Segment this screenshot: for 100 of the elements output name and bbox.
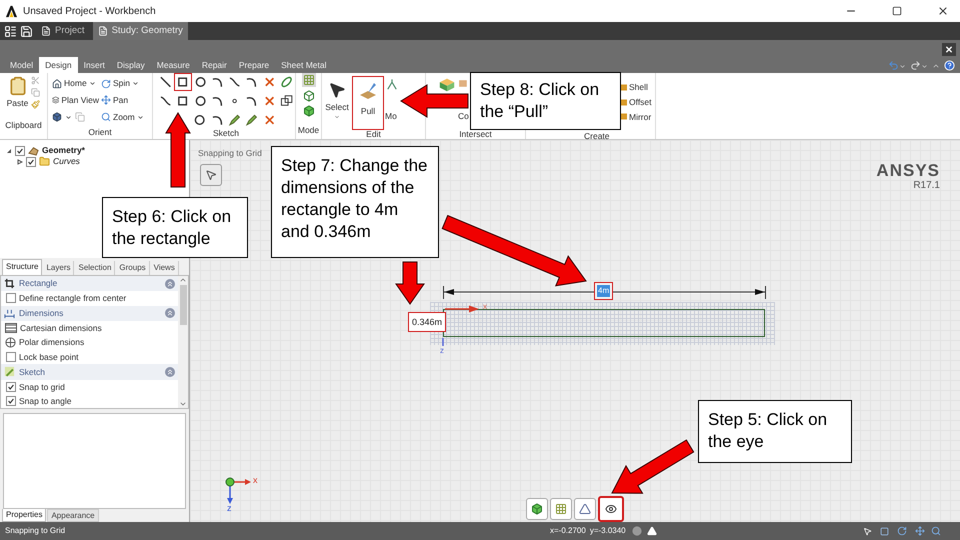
checkbox[interactable] xyxy=(6,396,16,406)
sketch-mode-icon[interactable] xyxy=(302,73,316,87)
grid-icon xyxy=(5,323,17,334)
combine-button[interactable]: Co xyxy=(458,110,469,123)
section-title: Rectangle xyxy=(19,277,58,290)
cube-icon[interactable] xyxy=(526,498,548,520)
ribbon-tab[interactable]: Model xyxy=(4,57,40,73)
app-tab[interactable]: Project xyxy=(36,22,90,40)
tree-label[interactable]: Geometry* xyxy=(42,144,85,157)
coordinate-x: x=-0.2700 xyxy=(550,525,586,537)
option-label: Lock base point xyxy=(19,350,79,364)
snapping-label: Snapping to Grid xyxy=(198,147,262,160)
close-icon[interactable] xyxy=(942,42,956,56)
pencil-icon xyxy=(4,366,15,378)
spin-icon[interactable] xyxy=(897,526,907,536)
move-button[interactable]: Mo xyxy=(385,110,397,123)
height-field[interactable]: 0.346m xyxy=(408,312,446,332)
brand-logo: ANSYS xyxy=(876,162,940,179)
caret-icon[interactable] xyxy=(88,80,96,87)
search-icon[interactable] xyxy=(101,112,111,122)
ribbon-tab[interactable]: Prepare xyxy=(232,57,276,73)
select-button[interactable]: Select xyxy=(325,101,349,114)
panel-tab[interactable]: Appearance xyxy=(47,509,99,522)
polar-icon xyxy=(5,337,16,348)
maximize-icon[interactable] xyxy=(892,6,902,16)
group-label: Clipboard xyxy=(5,120,42,130)
document-icon xyxy=(41,26,51,36)
collapse-ribbon-icon[interactable] xyxy=(932,62,940,70)
grid-icon[interactable] xyxy=(550,498,572,520)
checkbox[interactable] xyxy=(15,146,25,156)
option-item[interactable]: Polar dimensions xyxy=(19,336,84,350)
option-label: Snap to angle xyxy=(19,394,72,408)
callout-text: Step 8: Click on the “Pull” xyxy=(470,72,621,130)
ribbon-tab[interactable]: Sheet Metal xyxy=(275,57,333,73)
scrollbar-thumb[interactable] xyxy=(180,284,186,325)
expand-icon[interactable] xyxy=(17,158,23,164)
create-tool-button[interactable]: Shell xyxy=(629,81,648,94)
ribbon-tab[interactable]: Insert xyxy=(78,57,111,73)
axis-label: z xyxy=(440,347,444,355)
select-tool-icon[interactable] xyxy=(200,164,222,186)
tree-label[interactable]: Curves xyxy=(53,155,80,168)
axis-label: x xyxy=(483,303,487,311)
pull-button[interactable]: Pull xyxy=(352,76,384,130)
ribbon-tab[interactable]: Measure xyxy=(150,57,196,73)
redo-icon[interactable] xyxy=(910,60,921,71)
paste-button[interactable]: Paste xyxy=(6,97,28,110)
save-icon[interactable] xyxy=(20,24,33,38)
axis-label: x xyxy=(253,476,258,485)
caret-icon[interactable] xyxy=(65,114,72,120)
list-icon[interactable] xyxy=(4,24,17,38)
callout-text: Step 5: Click on the eye xyxy=(698,400,852,463)
folder-icon xyxy=(39,156,50,167)
pan-icon[interactable] xyxy=(915,526,925,536)
layers-icon[interactable] xyxy=(52,95,60,106)
ribbon-tab[interactable]: Repair xyxy=(196,57,233,73)
callout-text: Step 7: Change the dimensions of the rectangle to 4m and 0.346m xyxy=(271,146,439,258)
pan-button[interactable]: Pan xyxy=(113,94,128,107)
z-axis-line xyxy=(441,338,445,346)
spin-button[interactable]: Spin xyxy=(113,77,130,90)
home-icon[interactable] xyxy=(52,78,62,88)
clipboard-icon[interactable] xyxy=(8,75,28,98)
eye-icon[interactable] xyxy=(598,496,624,522)
pointer-icon[interactable] xyxy=(863,526,872,536)
caret-icon[interactable] xyxy=(132,80,140,87)
pointer-icon[interactable] xyxy=(328,81,346,99)
group-label: Mode xyxy=(298,125,320,135)
section-title: Dimensions xyxy=(19,307,64,320)
panel-tab[interactable]: Properties xyxy=(2,509,46,522)
callout-arrow xyxy=(400,84,468,118)
close-icon[interactable] xyxy=(937,5,949,17)
option-item[interactable]: Cartesian dimensions xyxy=(20,322,102,335)
ribbon-tab[interactable]: Design xyxy=(39,57,78,73)
callout-arrow xyxy=(395,262,425,305)
checkbox[interactable] xyxy=(6,293,16,304)
rectangle-icon[interactable] xyxy=(174,73,192,91)
caret-icon[interactable] xyxy=(136,114,144,120)
checkbox[interactable] xyxy=(26,156,36,166)
option-label: Snap to grid xyxy=(19,380,65,394)
zoom-icon[interactable] xyxy=(931,526,941,536)
app-logo-icon xyxy=(5,4,18,18)
app-tab[interactable]: Study: Geometry xyxy=(92,22,188,40)
checkbox[interactable] xyxy=(6,382,16,392)
plan-view-button[interactable]: Plan View xyxy=(61,94,99,107)
zoom-button[interactable]: Zoom xyxy=(113,110,135,124)
x-axis-arrow xyxy=(445,305,479,313)
checkbox[interactable] xyxy=(6,352,16,362)
dimension-icon xyxy=(4,308,15,319)
group-label: Edit xyxy=(366,130,381,138)
collapse-icon[interactable] xyxy=(6,148,12,154)
cube-icon[interactable] xyxy=(52,112,62,122)
ribbon-tab[interactable]: Display xyxy=(110,57,151,73)
document-icon xyxy=(98,26,108,36)
rotate-icon[interactable] xyxy=(101,78,111,88)
callout-text: Step 6: Click on the rectangle xyxy=(102,197,248,258)
box-select-icon[interactable] xyxy=(880,526,889,536)
home-button[interactable]: Home xyxy=(64,77,87,90)
panel-tab[interactable]: Structure xyxy=(2,258,42,275)
create-tool-button[interactable]: Offset xyxy=(629,96,652,108)
create-tool-button[interactable]: Mirror xyxy=(629,110,652,124)
help-icon[interactable] xyxy=(944,60,955,71)
